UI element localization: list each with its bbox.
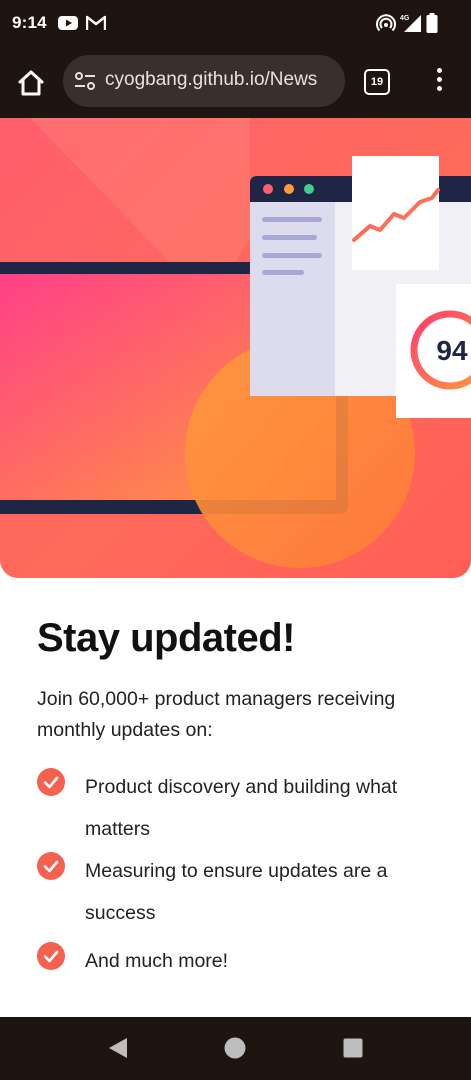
trend-chart-card	[352, 156, 440, 270]
site-settings-icon[interactable]	[74, 70, 96, 92]
intro-text: Join 60,000+ product managers receiving …	[37, 688, 396, 741]
home-circle-icon[interactable]	[224, 1037, 246, 1059]
address-bar[interactable]: cyogbang.github.io/News	[63, 55, 345, 107]
list-item-text: And much more!	[85, 950, 229, 972]
tabs-button[interactable]: 19	[364, 69, 390, 95]
check-icon	[37, 768, 65, 796]
check-icon	[37, 852, 65, 880]
recents-icon[interactable]	[343, 1038, 363, 1058]
list-item-text: Product discovery and building what matt…	[85, 776, 398, 840]
navigation-bar	[0, 1017, 471, 1080]
check-icon	[37, 942, 65, 970]
hotspot-icon	[376, 14, 396, 32]
more-vert-icon[interactable]	[432, 68, 446, 96]
status-bar: 9:14 4G	[0, 0, 471, 48]
list-item-text: Measuring to ensure updates are a succes…	[85, 860, 388, 924]
status-time: 9:14	[12, 13, 47, 32]
browser-toolbar: cyogbang.github.io/News 19	[0, 48, 471, 118]
back-icon[interactable]	[107, 1037, 129, 1059]
tab-count: 19	[370, 76, 384, 88]
gmail-icon	[86, 15, 106, 30]
signal-icon: 4G	[400, 15, 421, 32]
home-icon[interactable]	[16, 68, 46, 98]
url-text[interactable]: cyogbang.github.io/News	[105, 69, 339, 91]
score-value: 94	[436, 335, 468, 366]
score-card: 94	[396, 284, 471, 418]
hero-illustration: 94	[0, 118, 471, 578]
page-title: Stay updated!	[37, 616, 295, 660]
battery-icon	[426, 13, 438, 33]
network-type: 4G	[400, 15, 410, 22]
youtube-icon	[58, 16, 78, 30]
